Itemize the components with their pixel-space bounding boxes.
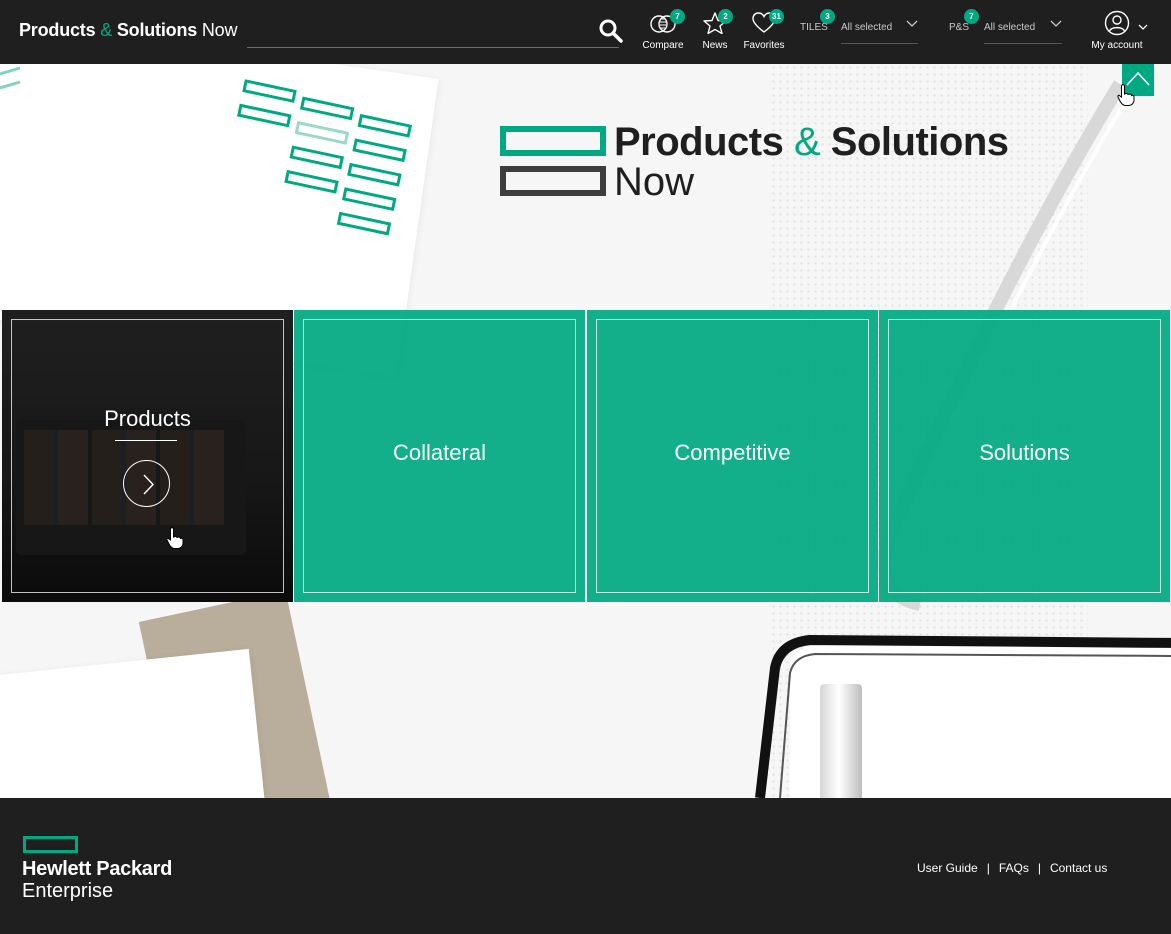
tile-products-go-button[interactable] xyxy=(123,460,170,507)
hero-logo-green-bar xyxy=(500,126,606,156)
tile-collateral-label: Collateral xyxy=(393,440,486,465)
ps-filter-label: P&S xyxy=(949,22,970,33)
hero-logo: Products & Solutions Now xyxy=(500,120,1020,204)
chevron-down-icon xyxy=(1050,20,1062,27)
hero-logo-word-products: Products xyxy=(614,120,784,164)
tile-solutions-label: Solutions xyxy=(979,440,1070,465)
tile-competitive-label: Competitive xyxy=(674,440,791,465)
brand-logo[interactable]: Products & Solutions Now xyxy=(19,20,237,41)
tile-products-underline xyxy=(115,440,177,441)
chevron-right-icon xyxy=(143,474,154,495)
footer-link-user-guide[interactable]: User Guide xyxy=(917,861,978,875)
background-paper xyxy=(0,648,270,798)
tiles-filter-label: TILES xyxy=(800,22,828,33)
category-tiles: Products Collateral Competitive Solution… xyxy=(2,310,1171,602)
hero-logo-ampersand: & xyxy=(793,120,821,164)
footer-link-separator: | xyxy=(1037,861,1041,875)
hand-cursor-icon xyxy=(1117,84,1135,106)
tile-products-label: Products xyxy=(104,406,191,431)
brand-ampersand: & xyxy=(100,20,113,40)
compare-button[interactable]: 7 Compare xyxy=(633,8,693,58)
hpe-logo-sub: Enterprise xyxy=(22,880,114,902)
hero-logo-gray-bar xyxy=(500,166,606,196)
background-pen xyxy=(820,684,862,798)
tiles-filter-value: All selected xyxy=(841,22,893,33)
tile-solutions[interactable]: Solutions xyxy=(879,310,1170,602)
top-navigation-bar: Products & Solutions Now 7 Compare 2 New… xyxy=(0,0,1171,64)
tile-competitive[interactable]: Competitive xyxy=(587,310,878,602)
hpe-logo-bar xyxy=(23,836,78,853)
hpe-logo-name: Hewlett Packard xyxy=(22,858,173,880)
tile-collateral[interactable]: Collateral xyxy=(294,310,585,602)
footer-link-contact-us[interactable]: Contact us xyxy=(1050,861,1107,875)
favorites-button[interactable]: 31 Favorites xyxy=(734,8,794,58)
brand-word-now: Now xyxy=(201,20,238,40)
hero-logo-title: Products & Solutions xyxy=(614,120,1009,165)
my-account-label: My account xyxy=(1091,40,1143,51)
footer-link-separator: | xyxy=(986,861,990,875)
footer: Hewlett Packard Enterprise User Guide | FA… xyxy=(0,798,1171,934)
news-count-badge: 2 xyxy=(718,9,733,24)
compare-label: Compare xyxy=(642,40,684,51)
ps-filter-count-badge: 7 xyxy=(964,9,979,24)
search-button[interactable] xyxy=(598,18,626,44)
search-input[interactable] xyxy=(247,47,619,48)
account-icon xyxy=(1104,10,1130,36)
ps-filter-value: All selected xyxy=(984,22,1036,33)
hero-logo-subtitle: Now xyxy=(614,160,695,204)
chevron-down-icon xyxy=(1138,24,1148,30)
favorites-count-badge: 31 xyxy=(769,9,784,24)
ps-filter-dropdown[interactable]: All selected xyxy=(984,14,1062,44)
background-green-stripes-graphic xyxy=(0,66,413,236)
favorites-label: Favorites xyxy=(743,40,785,51)
search-icon xyxy=(599,19,623,43)
tiles-filter-dropdown[interactable]: All selected xyxy=(841,14,918,44)
tile-frame xyxy=(11,319,284,593)
my-account-button[interactable]: My account xyxy=(1088,8,1158,58)
footer-links: User Guide | FAQs | Contact us xyxy=(917,861,1107,875)
hero-logo-word-solutions: Solutions xyxy=(830,120,1009,164)
tiles-filter-count-badge: 3 xyxy=(820,9,835,24)
footer-link-faqs[interactable]: FAQs xyxy=(999,861,1029,875)
tile-products[interactable]: Products xyxy=(2,310,293,602)
compare-count-badge: 7 xyxy=(670,9,685,24)
hand-cursor-icon xyxy=(166,527,184,549)
brand-word-solutions: Solutions xyxy=(116,20,198,40)
brand-word-products: Products xyxy=(19,20,96,40)
chevron-down-icon xyxy=(906,20,918,27)
